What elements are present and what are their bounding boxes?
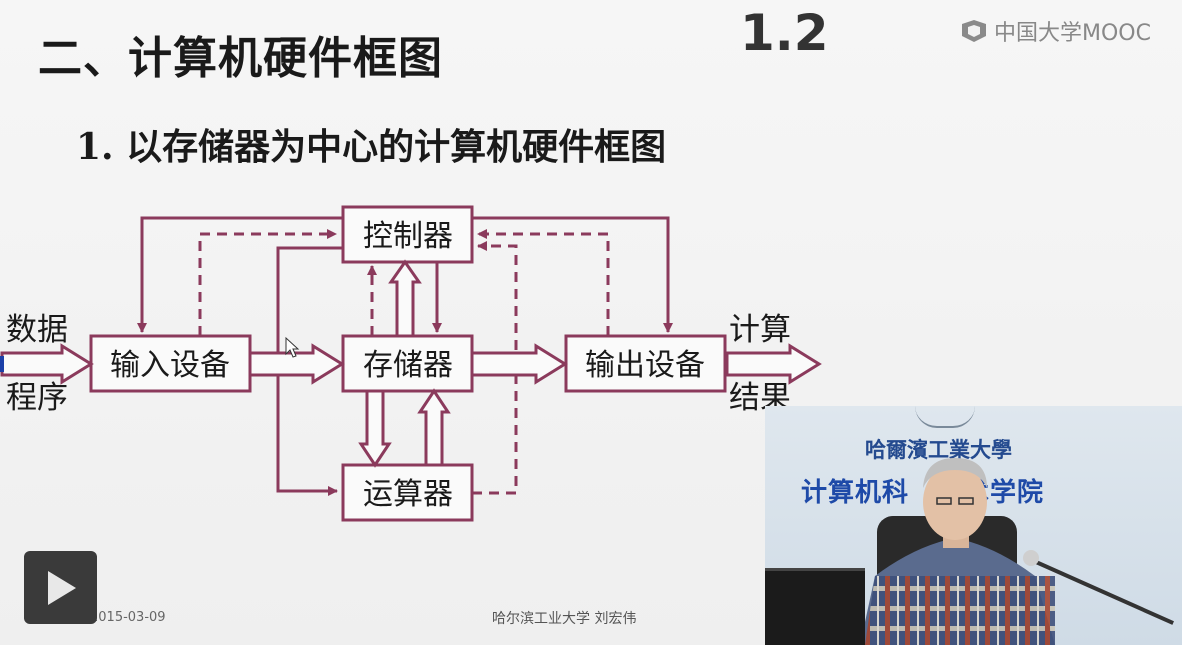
data-arrow-alu-to-memory xyxy=(417,388,451,467)
status-line-from-output xyxy=(477,229,610,336)
lecturer-video: 哈爾濱工業大學 计算机科学技术学院 xyxy=(765,406,1182,645)
data-arrow-out xyxy=(725,343,822,385)
data-arrow-input-to-memory xyxy=(248,343,345,385)
footer-credit: 哈尔滨工业大学 刘宏伟 xyxy=(492,611,637,627)
data-arrow-memory-to-controller xyxy=(388,259,422,338)
output-label-compute: 计算 xyxy=(729,312,791,348)
data-arrow-memory-to-alu xyxy=(358,389,392,468)
output-device-label: 输出设备 xyxy=(585,348,705,383)
alu-label: 运算器 xyxy=(363,477,453,512)
play-button[interactable] xyxy=(24,551,97,624)
input-device-label: 输入设备 xyxy=(110,348,230,383)
data-arrow-memory-to-output xyxy=(470,343,568,385)
footer-date: 2015-03-09 xyxy=(90,610,166,625)
microphone-icon xyxy=(1023,550,1039,566)
input-label-data: 数据 xyxy=(6,312,68,348)
data-arrow-in xyxy=(0,343,94,385)
input-label-program: 程序 xyxy=(6,380,68,416)
input-marker xyxy=(0,356,4,372)
controller-label: 控制器 xyxy=(363,219,453,254)
laptop xyxy=(765,568,865,645)
play-icon xyxy=(47,570,76,605)
memory-label: 存储器 xyxy=(363,348,453,383)
